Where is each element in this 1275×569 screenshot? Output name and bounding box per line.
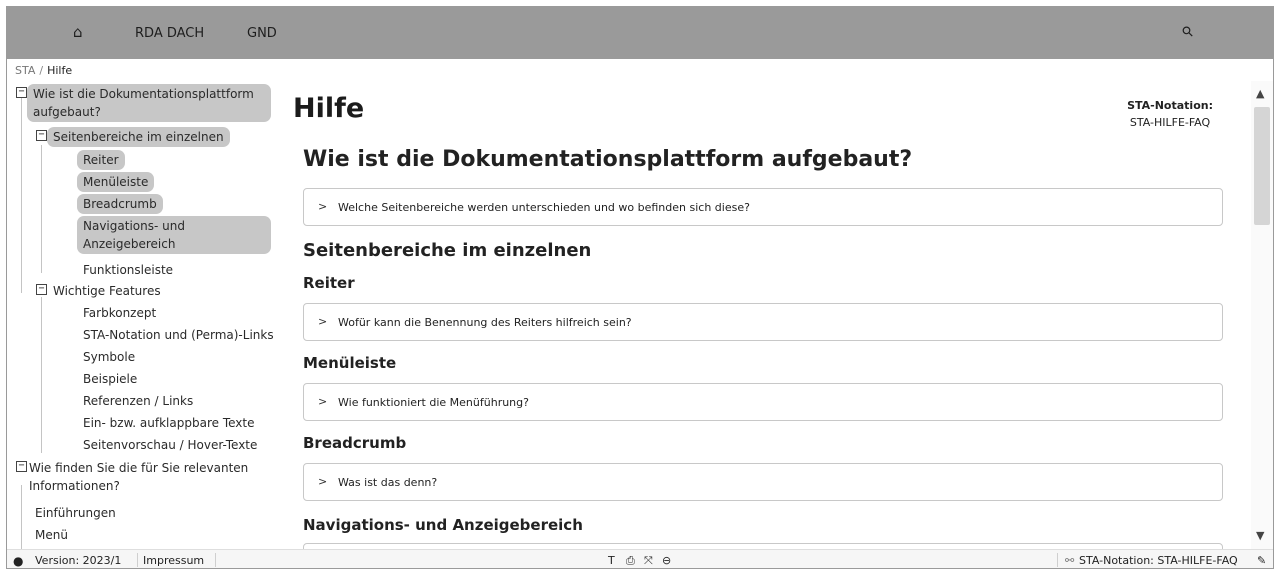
heading-reiter: Reiter [303,274,355,292]
breadcrumb-sta[interactable]: STA [15,64,35,77]
sidebar-item-funktionsleiste[interactable]: Funktionsleiste [81,260,175,280]
chevron-right-icon: > [318,395,328,408]
sta-notation-box: STA-Notation: STA-HILFE-FAQ [1127,97,1213,131]
sidebar-item-symbole[interactable]: Symbole [81,347,137,367]
breadcrumb: STA / Hilfe [15,64,72,77]
impressum-link[interactable]: Impressum [143,554,204,567]
breadcrumb-current: Hilfe [47,64,73,77]
sidebar-item-seitenbereiche[interactable]: Seitenbereiche im einzelnen [47,127,230,147]
link-icon: ⚯ [1065,554,1075,567]
sidebar-item-sta-notation[interactable]: STA-Notation und (Perma)-Links [81,325,276,345]
heading-navigationsbereich: Navigations- und Anzeigebereich [303,516,583,534]
chevron-right-icon: > [318,200,328,213]
accordion-label: Welche Seitenbereiche werden unterschied… [338,201,750,214]
tree-guide [41,145,42,273]
scroll-down-icon[interactable]: ▼ [1256,529,1264,542]
heading-plattform-aufbau: Wie ist die Dokumentationsplattform aufg… [303,147,913,172]
footer-bar: ● Version: 2023/1 Impressum T ⎙ ⤧ ⊖ ⚯ ST… [7,549,1273,568]
sidebar-item-breadcrumb[interactable]: Breadcrumb [77,194,163,214]
top-navigation-bar: ⌂ RDA DACH GND ⚲ [7,7,1273,59]
accordion-label: Wie funktioniert die Menüführung? [338,396,529,409]
version-label: Version: 2023/1 [35,554,122,567]
sidebar-item-reiter[interactable]: Reiter [77,150,125,170]
collapse-toggle-icon[interactable]: − [36,284,47,295]
tree-guide [41,297,42,453]
heading-breadcrumb: Breadcrumb [303,434,407,452]
sidebar-item-navigationsbereich[interactable]: Navigations- und Anzeigebereich [77,216,271,254]
chevron-right-icon: > [318,475,328,488]
collapse-toggle-icon[interactable]: − [36,130,47,141]
tree-guide [21,97,22,293]
scrollbar-thumb[interactable] [1254,107,1270,225]
app-window: ⌂ RDA DACH GND ⚲ STA / Hilfe − Wie ist die… [6,6,1274,569]
accordion-label: Was ist das denn? [338,476,438,489]
sta-notation-label: STA-Notation: [1127,99,1213,112]
fullscreen-icon[interactable]: ⤧ [644,554,653,568]
sidebar-item-aufklappbare-texte[interactable]: Ein- bzw. aufklappbare Texte [81,413,256,433]
github-icon[interactable]: ● [13,554,23,568]
collapse-toggle-icon[interactable]: − [16,87,27,98]
page-title: Hilfe [293,93,365,124]
print-icon[interactable]: ⎙ [626,554,635,568]
tab-rda-dach[interactable]: RDA DACH [135,26,204,41]
accordion-breadcrumb[interactable]: > Was ist das denn? [303,463,1223,501]
search-icon[interactable]: ⚲ [1179,23,1198,42]
footer-divider [215,553,216,567]
sidebar-navigation: − Wie ist die Dokumentationsplattform au… [7,81,277,549]
tree-guide [21,485,22,549]
footer-divider [1057,553,1058,567]
sidebar-item-relevante-informationen[interactable]: Wie finden Sie die für Sie relevanten In… [27,458,267,496]
heading-seitenbereiche: Seitenbereiche im einzelnen [303,240,592,261]
accordion-reiter[interactable]: > Wofür kann die Benennung des Reiters h… [303,303,1223,341]
collapse-toggle-icon[interactable]: − [16,461,27,472]
sidebar-item-wichtige-features[interactable]: Wichtige Features [51,281,163,301]
sidebar-item-beispiele[interactable]: Beispiele [81,369,139,389]
text-size-icon[interactable]: T [608,554,615,567]
accordion-label: Wofür kann die Benennung des Reiters hil… [338,316,632,329]
breadcrumb-separator: / [39,64,44,77]
sidebar-item-plattform-aufbau[interactable]: Wie ist die Dokumentationsplattform aufg… [27,84,271,122]
footer-sta-notation[interactable]: STA-Notation: STA-HILFE-FAQ [1079,554,1238,567]
sidebar-item-farbkonzept[interactable]: Farbkonzept [81,303,158,323]
accordion-seitenbereiche[interactable]: > Welche Seitenbereiche werden unterschi… [303,188,1223,226]
sidebar-item-referenzen[interactable]: Referenzen / Links [81,391,195,411]
home-icon[interactable]: ⌂ [73,23,83,41]
chevron-right-icon: > [318,315,328,328]
sta-notation-value[interactable]: STA-HILFE-FAQ [1127,114,1213,131]
heading-menueleiste: Menüleiste [303,354,397,372]
sidebar-item-hover-texte[interactable]: Seitenvorschau / Hover-Texte [81,435,259,455]
content-area: Hilfe STA-Notation: STA-HILFE-FAQ Wie is… [277,81,1251,549]
edit-icon[interactable]: ✎ [1257,554,1266,567]
scroll-up-icon[interactable]: ▲ [1256,87,1264,100]
sidebar-item-menueleiste[interactable]: Menüleiste [77,172,155,192]
scrollbar[interactable]: ▲ ▼ [1251,81,1273,549]
zoom-out-icon[interactable]: ⊖ [662,554,671,567]
tab-gnd[interactable]: GND [247,26,277,41]
footer-divider [137,553,138,567]
accordion-menueleiste[interactable]: > Wie funktioniert die Menüführung? [303,383,1223,421]
sidebar-item-einfuehrungen[interactable]: Einführungen [33,503,118,523]
sidebar-item-menue[interactable]: Menü [33,525,70,545]
